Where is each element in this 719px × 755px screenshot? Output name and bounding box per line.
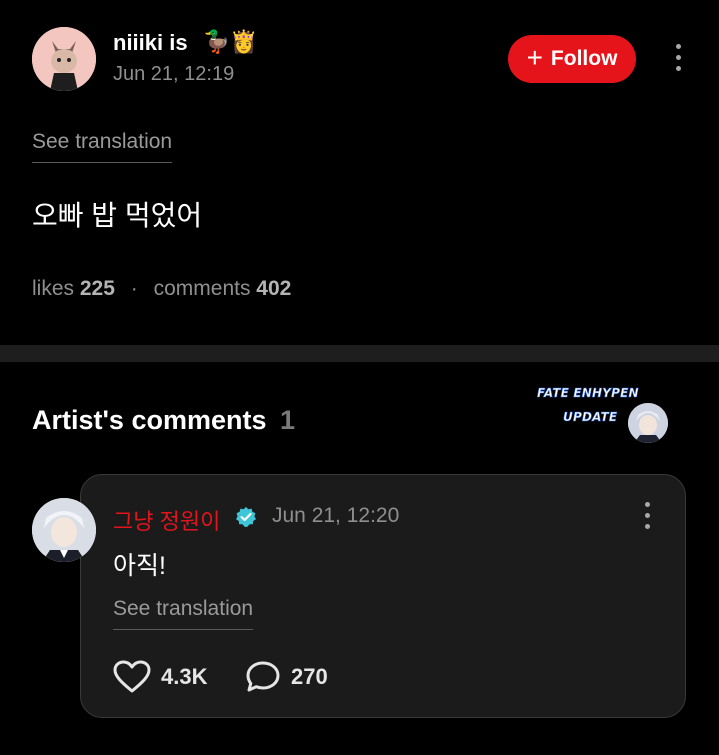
post-timestamp: Jun 21, 12:19 — [113, 63, 235, 85]
likes-count: 225 — [79, 277, 115, 300]
post-more-icon[interactable] — [672, 44, 684, 78]
avatar-illustration-icon — [32, 27, 96, 91]
comment-more-icon[interactable] — [641, 502, 653, 536]
commenter-name[interactable]: 그냥 정원이 — [113, 504, 220, 536]
section-divider — [0, 345, 719, 362]
artist-comments-heading: Artist's comments 1 — [32, 405, 295, 436]
comment-timestamp: Jun 21, 12:20 — [272, 504, 400, 527]
commenter-avatar[interactable] — [32, 498, 96, 562]
watermark-line1: FATE ENHYPEN — [537, 386, 639, 401]
stats-separator: · — [130, 277, 138, 300]
author-name[interactable]: niiiki is — [113, 30, 188, 56]
author-avatar[interactable] — [32, 27, 96, 91]
verified-badge-icon — [236, 507, 256, 527]
like-count: 4.3K — [161, 664, 208, 689]
artist-comments-count: 1 — [280, 405, 296, 435]
follow-button[interactable]: + Follow — [508, 35, 636, 83]
heart-icon — [113, 660, 151, 693]
speech-bubble-icon — [246, 661, 280, 692]
comments-count[interactable]: 402 — [256, 277, 291, 300]
author-emoji-badges: 🦆👸 — [203, 29, 258, 54]
like-button[interactable]: 4.3K — [113, 660, 207, 694]
post-see-translation-link[interactable]: See translation — [32, 130, 173, 163]
plus-icon: + — [526, 42, 543, 73]
comment-see-translation-link[interactable]: See translation — [113, 597, 254, 630]
likes-label: likes — [32, 277, 75, 300]
post-text: 오빠 밥 먹었어 — [32, 200, 203, 231]
reply-count: 270 — [291, 664, 328, 689]
commenter-face-icon — [32, 498, 96, 562]
watermark: FATE ENHYPEN UPDATE — [532, 383, 672, 445]
watermark-face-icon — [628, 403, 668, 443]
reply-button[interactable]: 270 — [245, 660, 328, 694]
watermark-line2: UPDATE — [563, 410, 618, 425]
follow-label: Follow — [550, 47, 618, 70]
post: niiiki is 🦆👸 Jun 21, 12:19 + Follow See … — [0, 0, 719, 345]
post-stats: likes 225 · comments 402 — [32, 277, 291, 301]
artist-comments-title: Artist's comments — [32, 405, 267, 435]
comment-text: 아직! — [113, 552, 166, 580]
comments-label[interactable]: comments — [154, 277, 251, 300]
watermark-avatar — [628, 403, 668, 443]
